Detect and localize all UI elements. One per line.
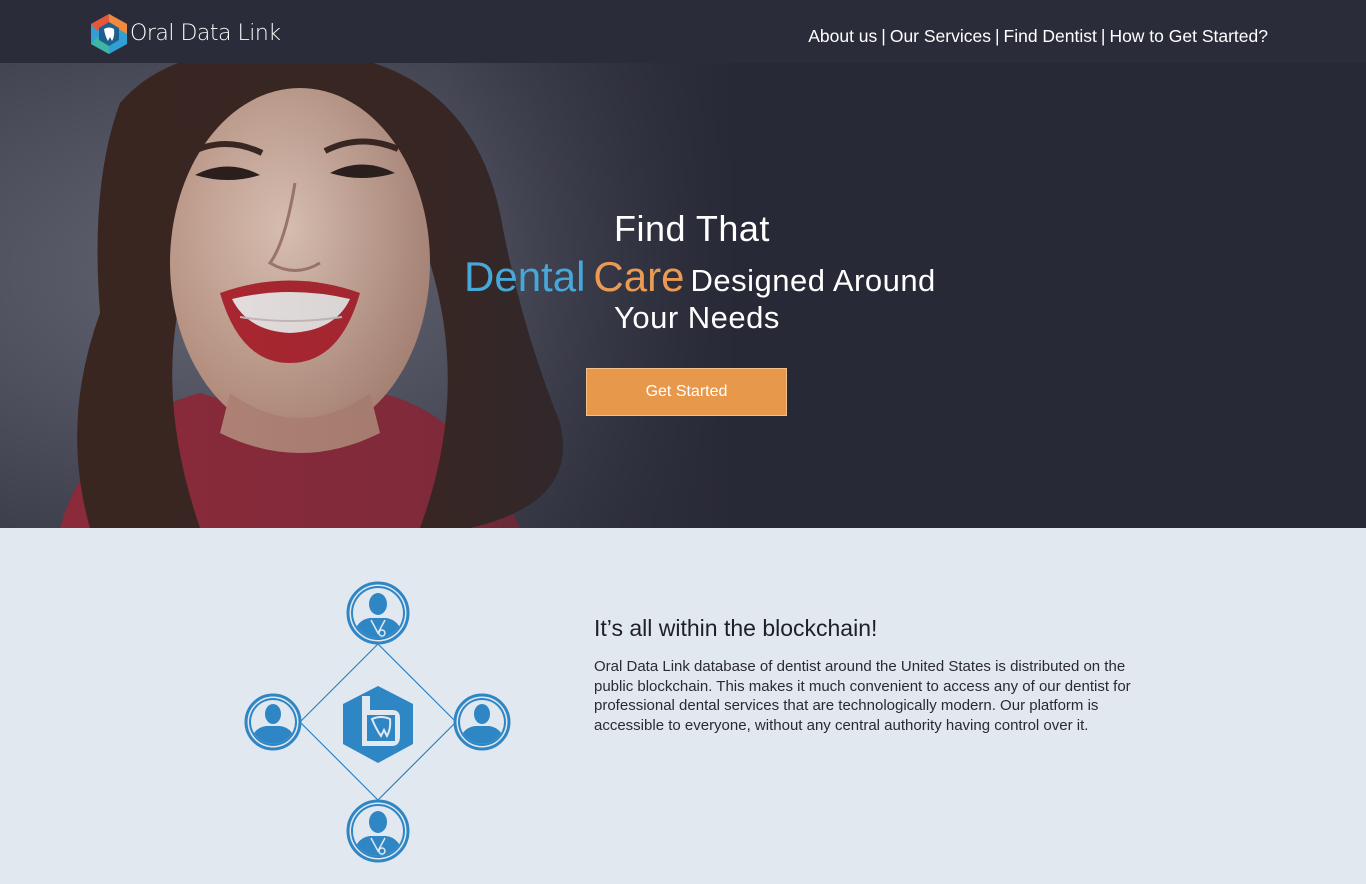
nav-separator: | (881, 26, 886, 46)
hero-headline-line2-rest: Designed Around (690, 263, 936, 298)
hero-headline-line3: Your Needs (614, 300, 780, 335)
hexagon-b-tooth-icon (343, 686, 413, 763)
main-nav: About us | Our Services | Find Dentist | How t… (808, 26, 1268, 47)
logo-text[interactable]: Oral Data Link (130, 21, 281, 46)
hero-word-care: Care (593, 253, 685, 300)
user-icon-left (244, 693, 302, 751)
doctor-icon-bottom (346, 799, 410, 863)
top-navigation-bar: Oral Data Link About us | Our Services | Fin… (0, 0, 1366, 63)
doctor-icon-top (346, 581, 410, 645)
hero-word-dental: Dental (464, 253, 586, 300)
nav-separator: | (1100, 26, 1106, 46)
nav-our-services[interactable]: Our Services (890, 26, 991, 46)
nav-find-dentist[interactable]: Find Dentist (1004, 26, 1097, 46)
get-started-button[interactable]: Get Started (586, 368, 787, 416)
hero-headline: Find That Dental Care Designed Around Your… (0, 63, 1366, 528)
nav-how-to-get-started[interactable]: How to Get Started? (1109, 26, 1268, 46)
blockchain-section-title: It’s all within the blockchain! (594, 615, 878, 641)
hexagon-tooth-logo-icon[interactable] (89, 13, 129, 55)
hero-banner: Find That Dental Care Designed Around Your… (0, 63, 1366, 528)
hero-headline-line1: Find That (614, 208, 770, 249)
blockchain-section-body: Oral Data Link database of dentist aroun… (594, 658, 1131, 734)
hero-headline-line2: Dental Care Designed Around (464, 253, 936, 301)
user-icon-right (453, 693, 511, 751)
blockchain-network-diagram (244, 581, 511, 863)
nav-separator: | (994, 26, 1000, 46)
nav-about-us[interactable]: About us (808, 26, 877, 46)
